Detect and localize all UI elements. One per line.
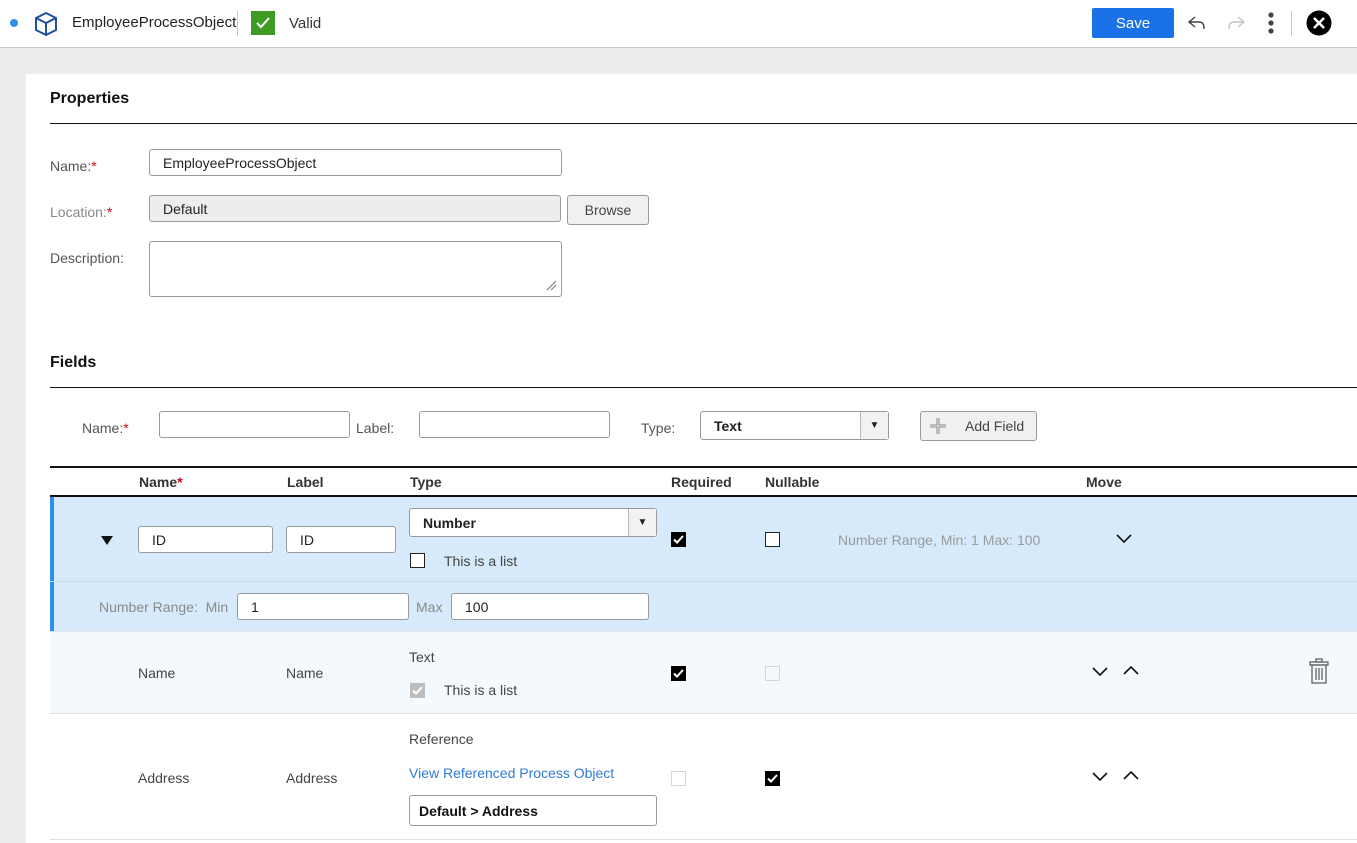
- save-button[interactable]: Save: [1092, 8, 1174, 38]
- field-type: Text: [409, 649, 435, 665]
- location-input: Default: [149, 195, 561, 222]
- section-divider: [50, 123, 1357, 124]
- row-divider: [50, 839, 1357, 840]
- number-range-min-input[interactable]: 1: [237, 593, 409, 620]
- reference-object-input[interactable]: Default > Address: [409, 795, 657, 826]
- required-checkbox[interactable]: [671, 666, 686, 681]
- number-range-label: Number Range: Min: [99, 599, 229, 615]
- add-field-button[interactable]: Add Field: [920, 411, 1037, 441]
- column-header-move: Move: [1086, 474, 1122, 490]
- column-header-label: Label: [287, 474, 324, 490]
- section-divider: [50, 387, 1357, 388]
- field-name: Name: [138, 665, 176, 681]
- number-range-max-label: Max: [416, 599, 443, 615]
- field-type: Reference: [409, 731, 474, 747]
- new-field-name-input[interactable]: [159, 411, 350, 438]
- object-title: EmployeeProcessObject: [72, 14, 237, 31]
- new-field-label-input[interactable]: [419, 411, 610, 438]
- table-top-border: [50, 466, 1357, 468]
- type-select-value: Text: [714, 417, 742, 434]
- delete-trash-icon[interactable]: [1309, 658, 1329, 684]
- undo-icon[interactable]: [1186, 12, 1208, 34]
- plus-icon: [930, 418, 946, 434]
- field-type-select[interactable]: Number ▼: [409, 508, 657, 537]
- top-bar: EmployeeProcessObject Valid Save: [0, 0, 1357, 48]
- divider: [1291, 11, 1292, 36]
- new-field-type-select[interactable]: Text ▼: [700, 411, 889, 440]
- valid-check-icon: [251, 11, 275, 35]
- object-name-input[interactable]: EmployeeProcessObject: [149, 149, 562, 176]
- nullable-checkbox: [765, 666, 780, 681]
- fields-heading: Fields: [50, 354, 97, 371]
- process-object-cube-icon: [35, 12, 57, 36]
- column-header-nullable: Nullable: [765, 474, 820, 490]
- browse-button[interactable]: Browse: [567, 195, 649, 225]
- dropdown-arrow-icon[interactable]: ▼: [628, 509, 656, 536]
- unsaved-indicator-icon: [10, 19, 18, 27]
- divider: [237, 11, 238, 36]
- name-label: Name:*: [50, 158, 97, 174]
- new-field-type-label: Type:: [641, 420, 676, 436]
- move-down-icon[interactable]: [1091, 666, 1109, 678]
- field-label: Name: [286, 665, 324, 681]
- column-header-name: Name*: [139, 474, 183, 490]
- is-list-label: This is a list: [444, 682, 518, 698]
- table-row[interactable]: [50, 632, 1357, 713]
- nullable-checkbox[interactable]: [765, 532, 780, 547]
- close-icon[interactable]: [1305, 9, 1333, 37]
- move-down-icon[interactable]: [1115, 533, 1133, 545]
- new-field-label-label: Label:: [356, 420, 395, 436]
- column-header-type: Type: [410, 474, 442, 490]
- field-name-input[interactable]: ID: [138, 526, 273, 553]
- collapse-row-icon[interactable]: [101, 536, 113, 545]
- validation-status: Valid: [289, 15, 322, 32]
- required-checkbox[interactable]: [671, 532, 686, 547]
- field-name: Address: [138, 770, 190, 786]
- row-selected-indicator: [50, 497, 54, 582]
- resize-handle-icon[interactable]: [545, 279, 557, 291]
- location-label: Location:*: [50, 204, 113, 220]
- move-down-icon[interactable]: [1091, 771, 1109, 783]
- type-select-value: Number: [423, 514, 476, 531]
- row-selected-indicator: [50, 582, 54, 631]
- is-list-checkbox: [410, 683, 425, 698]
- dropdown-arrow-icon[interactable]: ▼: [860, 412, 888, 439]
- is-list-label: This is a list: [444, 553, 518, 569]
- is-list-checkbox[interactable]: [410, 553, 425, 568]
- number-range-max-input[interactable]: 100: [451, 593, 649, 620]
- description-textarea[interactable]: [149, 241, 562, 297]
- column-header-required: Required: [671, 474, 732, 490]
- add-field-label: Add Field: [965, 418, 1025, 434]
- required-checkbox: [671, 771, 686, 786]
- properties-heading: Properties: [50, 90, 130, 107]
- move-up-icon[interactable]: [1122, 664, 1140, 676]
- move-up-icon[interactable]: [1122, 769, 1140, 781]
- content-panel: Properties Name:* EmployeeProcessObject …: [26, 74, 1357, 843]
- field-label-input[interactable]: ID: [286, 526, 396, 553]
- field-label: Address: [286, 770, 338, 786]
- nullable-checkbox[interactable]: [765, 771, 780, 786]
- view-referenced-process-object-link[interactable]: View Referenced Process Object: [409, 765, 614, 781]
- more-options-icon[interactable]: [1262, 10, 1280, 36]
- new-field-name-label: Name:*: [82, 420, 129, 436]
- field-constraint-summary: Number Range, Min: 1 Max: 100: [838, 532, 1041, 548]
- redo-icon[interactable]: [1225, 12, 1247, 34]
- description-label: Description:: [50, 250, 124, 266]
- table-row[interactable]: [50, 714, 1357, 839]
